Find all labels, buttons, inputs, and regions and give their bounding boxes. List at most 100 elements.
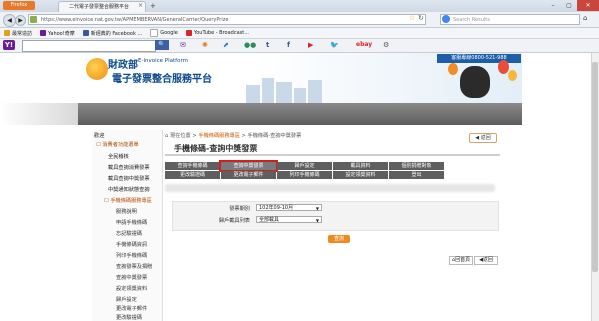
firefox-menu-button[interactable]: Firefox [3, 1, 35, 10]
breadcrumb-home-icon: ⌂ [165, 133, 169, 139]
sidebar-item-carrier-prizes[interactable]: 載具查詢中獎發票 [108, 175, 150, 182]
twitter-icon[interactable]: 🐦 [330, 41, 339, 49]
bookmark-google[interactable]: Google [150, 29, 178, 37]
youtube-icon[interactable]: ▶ [308, 41, 313, 49]
skyline-decoration [246, 85, 260, 103]
sidebar-item[interactable]: 更改驗證碼 [116, 314, 142, 321]
period-select[interactable]: 102年09-10月 ▼ [256, 204, 322, 211]
bookmarks-bar: 最常造訪 Yahoo!奇摩 新經典的 Facebook ... Google Y… [0, 28, 599, 39]
sidebar-item[interactable]: 忘記驗證碼 [116, 230, 142, 237]
sidebar-group-mobile-barcode[interactable]: ☐ 手機條碼服務專區 [104, 197, 152, 204]
einvoice-logo-icon [86, 58, 108, 80]
sidebar-welcome: 歡迎 [94, 133, 105, 139]
sidebar-item[interactable]: 查詢中獎發票 [116, 274, 147, 281]
breadcrumb: ⌂ 現在位置 > 手機條碼服務專區 > 手機條碼-查詢中獎發票 [165, 133, 302, 139]
facebook-icon[interactable]: f [287, 41, 290, 49]
bookmark-facebook[interactable]: 新經典的 Facebook ... [82, 30, 142, 37]
home-icon[interactable]: ⌂ [583, 14, 587, 22]
carrier-label: 歸戶載具列表 [218, 218, 250, 224]
new-tab-icon[interactable]: + [150, 2, 156, 10]
hotline-banner: 客服專線0800-521-988 [437, 54, 521, 63]
balloon-decoration [448, 63, 458, 75]
weather-icon[interactable]: ✺ [202, 41, 208, 49]
bookmark-most-visited[interactable]: 最常造訪 [4, 30, 32, 37]
skyline-decoration [276, 82, 292, 103]
sidebar-item[interactable]: 查詢發票及捐贈 [116, 263, 152, 270]
stocks-icon[interactable]: ⬈ [223, 41, 229, 49]
yahoo-search-input[interactable] [22, 40, 156, 52]
tumblr-icon[interactable]: t [266, 41, 269, 49]
back-button[interactable]: ◀ 返回 [469, 133, 497, 143]
tab-donation-target[interactable]: 個別捐贈對象 [389, 162, 444, 170]
sidebar-item[interactable]: 申請手機條碼 [116, 219, 147, 226]
page-title: 手機條碼-查詢中獎發票 [174, 144, 258, 153]
yahoo-search-button[interactable]: 🔍 [155, 40, 169, 50]
site-english-name: E-invoice Platform [138, 58, 188, 64]
site-title[interactable]: 電子發票整合服務平台 [112, 70, 212, 85]
query-button[interactable]: 查詢 [328, 235, 350, 243]
sidebar-item[interactable]: 歸戶設定 [116, 296, 137, 303]
sidebar-item[interactable]: 列印手機條碼 [116, 252, 147, 259]
sidebar-item[interactable]: 更改電子郵件 [116, 305, 147, 312]
sidebar-item-prize-notice[interactable]: 中獎通知狀態查詢 [108, 186, 150, 193]
skyline-decoration [308, 80, 322, 103]
page-icon [150, 29, 159, 37]
period-label: 發票期別 [229, 206, 250, 212]
browser-tab[interactable]: 二代電子發票整合服務平台 [58, 1, 146, 12]
mail-icon[interactable]: ✉ [180, 41, 186, 49]
url-bar[interactable]: https://www.einvoice.nat.gov.tw/APMEMBER… [28, 14, 426, 25]
tab-prize-info[interactable]: 設定領獎資料 [333, 171, 388, 179]
sidebar-item-audit[interactable]: 全民稽核 [108, 153, 129, 160]
bookmark-yahoo[interactable]: Yahoo!奇摩 [40, 30, 75, 37]
sidebar-item[interactable]: 服務說明 [116, 208, 137, 215]
chevron-down-icon: ▼ [315, 206, 319, 211]
sidebar-item-carrier-invoices[interactable]: 載具查詢消費發票 [108, 164, 150, 171]
window-controls: – ▢ ✕ [545, 0, 599, 11]
sidebar-group-consumer[interactable]: ☐ 消費者功能選單 [96, 141, 139, 148]
tab-close-icon[interactable]: × [138, 2, 143, 9]
header-band [78, 103, 522, 125]
maximize-icon[interactable]: ▢ [561, 0, 577, 11]
flickr-icon[interactable]: ●● [244, 41, 256, 49]
tab-carrier-data[interactable]: 載具資料 [333, 162, 388, 170]
ebay-icon[interactable]: ebay [356, 41, 372, 49]
tab-logout[interactable]: 登出 [389, 171, 444, 179]
close-window-icon[interactable]: ✕ [577, 0, 599, 11]
sidebar-item[interactable]: 手機條碼資訊 [116, 241, 147, 248]
facebook-icon [82, 30, 89, 36]
sidebar-item[interactable]: 設定領獎資料 [116, 285, 147, 292]
back-button-bottom[interactable]: ◀返回 [474, 256, 498, 265]
tab-print-barcode[interactable]: 列印手機條碼 [277, 171, 332, 179]
skyline-decoration [262, 78, 274, 103]
header-shadow [0, 103, 78, 125]
chevron-down-icon: ▼ [315, 218, 319, 223]
tab-change-email[interactable]: 更改電子郵件 [221, 171, 276, 179]
gear-icon[interactable]: ⚙ [383, 41, 389, 49]
bookmark-star-icon[interactable]: ☆ [409, 14, 415, 22]
bookmark-youtube[interactable]: YouTube - Broadcast... [185, 30, 249, 36]
tab-query-barcode[interactable]: 查詢手機條碼 [165, 162, 220, 170]
balloon-decoration [498, 60, 509, 74]
carrier-select[interactable]: 全部載具 ▼ [256, 216, 322, 223]
search-input[interactable]: Search Results [440, 14, 580, 25]
tab-query-prizes[interactable]: 查詢中獎發票 [219, 160, 278, 172]
tab-change-code[interactable]: 更改驗證碼 [165, 171, 220, 179]
back-arrow-icon: ◀ [475, 135, 480, 141]
mascot-image [460, 66, 490, 98]
reload-icon[interactable]: ↻ [418, 14, 424, 22]
folder-icon [4, 30, 10, 36]
forward-icon[interactable]: ▶ [15, 15, 26, 26]
yahoo-logo-icon[interactable]: Y! [3, 40, 15, 50]
home-button[interactable]: ⌂回首頁 [449, 256, 473, 265]
search-engine-icon[interactable] [442, 15, 450, 23]
breadcrumb-link[interactable]: 手機條碼服務專區 [198, 133, 240, 139]
minimize-icon[interactable]: – [545, 0, 561, 11]
skyline-decoration [294, 88, 306, 103]
redacted-info [165, 184, 495, 192]
youtube-icon [185, 30, 192, 36]
site-identity-icon[interactable] [30, 16, 37, 23]
title-divider [165, 154, 500, 156]
tab-carrier-settings[interactable]: 歸戶設定 [277, 162, 332, 170]
yahoo-icon [40, 30, 47, 36]
scrollbar-thumb[interactable] [592, 62, 598, 272]
